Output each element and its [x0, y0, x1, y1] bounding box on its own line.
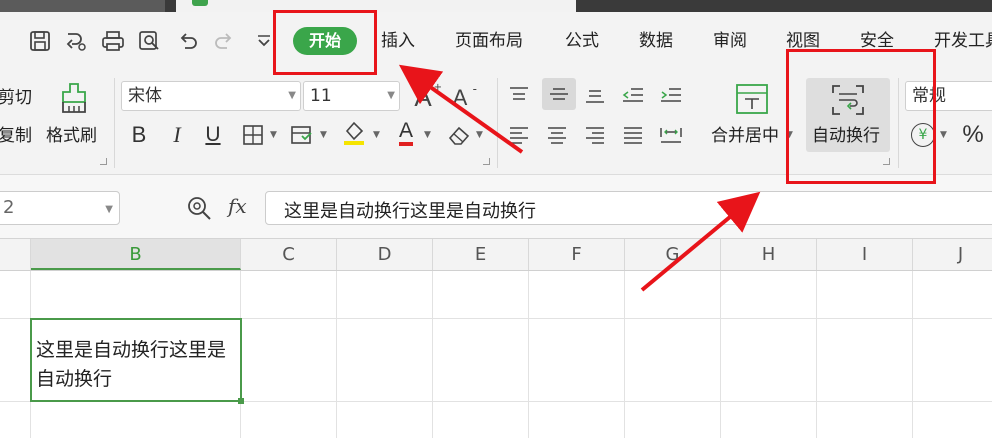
align-left-icon[interactable]: [506, 122, 532, 148]
distributed-align-icon[interactable]: [658, 122, 684, 148]
undo-icon[interactable]: [176, 29, 200, 53]
column-header-e[interactable]: E: [433, 239, 529, 270]
decrease-font-icon: A: [452, 85, 468, 110]
tab-formula[interactable]: 公式: [565, 29, 599, 53]
increase-font-icon: A: [414, 81, 432, 112]
font-name-value: 宋体: [128, 86, 162, 106]
align-middle-icon[interactable]: [542, 78, 576, 110]
column-header-g[interactable]: G: [625, 239, 721, 270]
column-headers: B C D E F G H I J: [0, 239, 992, 271]
fill-handle[interactable]: [238, 398, 244, 404]
grid-line: [336, 271, 337, 438]
increase-indent-icon[interactable]: [658, 82, 684, 108]
chevron-down-icon: ▼: [288, 90, 296, 101]
formula-input[interactable]: 这里是自动换行这里是自动换行: [265, 191, 992, 225]
grid-line: [720, 271, 721, 438]
tab-page-layout[interactable]: 页面布局: [455, 29, 523, 53]
percent-icon: %: [962, 121, 984, 148]
merge-center-icon[interactable]: [734, 82, 770, 116]
tab-data[interactable]: 数据: [639, 29, 673, 53]
decrease-indent-icon[interactable]: [620, 82, 646, 108]
column-header-d[interactable]: D: [337, 239, 433, 270]
selected-cell[interactable]: 这里是自动换行这里是自动换行: [30, 318, 244, 404]
name-box-value: 2: [3, 197, 15, 218]
justify-icon[interactable]: [620, 122, 646, 148]
row-header-corner[interactable]: [0, 239, 31, 270]
percent-button[interactable]: %: [960, 121, 986, 148]
redo-icon[interactable]: [212, 29, 236, 53]
underline-icon: U: [205, 123, 221, 146]
borders-icon[interactable]: [240, 122, 266, 148]
merge-center-button[interactable]: 合并居中: [711, 125, 779, 147]
bold-button[interactable]: B: [126, 122, 152, 148]
bold-icon: B: [131, 122, 147, 147]
print-icon[interactable]: [101, 29, 125, 53]
chevron-down-icon[interactable]: ▼: [424, 130, 431, 140]
eraser-icon[interactable]: [446, 122, 472, 148]
chevron-down-icon[interactable]: ▼: [270, 130, 277, 140]
history-icon[interactable]: [64, 29, 88, 53]
annotation-box-wrap-text: [786, 49, 936, 184]
font-size-select[interactable]: 11 ▼: [303, 81, 400, 111]
zoom-function-icon[interactable]: [186, 195, 212, 221]
copy-button[interactable]: 复制: [0, 125, 32, 147]
align-bottom-icon[interactable]: [582, 82, 608, 108]
annotation-box-start-tab: [273, 10, 377, 75]
column-header-j[interactable]: J: [913, 239, 992, 270]
cut-button[interactable]: 剪切: [0, 87, 32, 109]
tab-developer[interactable]: 开发工具: [934, 29, 992, 53]
grid-line: [528, 271, 529, 438]
divider: [497, 78, 498, 168]
fill-color-icon[interactable]: [341, 120, 367, 146]
chevron-down-icon[interactable]: ▼: [320, 130, 327, 140]
column-header-b[interactable]: B: [31, 239, 241, 270]
chevron-down-icon[interactable]: ▼: [940, 130, 947, 140]
font-group-launcher[interactable]: [483, 158, 490, 165]
formula-bar: 2 ▼ fx 这里是自动换行这里是自动换行: [0, 175, 992, 239]
align-center-icon[interactable]: [544, 122, 570, 148]
chevron-down-icon: ▼: [387, 90, 395, 101]
font-size-value: 11: [310, 86, 332, 106]
increase-font-button[interactable]: A +: [408, 81, 442, 112]
sheet-grid[interactable]: 这里是自动换行这里是自动换行: [0, 271, 992, 438]
tab-review[interactable]: 审阅: [713, 29, 747, 53]
grid-line: [432, 271, 433, 438]
align-right-icon[interactable]: [582, 122, 608, 148]
save-icon[interactable]: [28, 29, 52, 53]
format-painter-label: 格式刷: [46, 126, 97, 146]
grid-line: [624, 271, 625, 438]
italic-button[interactable]: I: [164, 122, 190, 148]
font-color-icon: A: [398, 120, 413, 146]
fx-button[interactable]: fx: [228, 194, 247, 218]
chevron-down-icon[interactable]: ▼: [476, 130, 483, 140]
column-header-h[interactable]: H: [721, 239, 817, 270]
conditional-fill-icon[interactable]: [289, 122, 315, 148]
divider: [114, 78, 115, 168]
format-painter-icon[interactable]: [58, 82, 90, 116]
column-header-c[interactable]: C: [241, 239, 337, 270]
name-box[interactable]: 2 ▼: [0, 191, 120, 225]
italic-icon: I: [173, 122, 181, 147]
chevron-down-icon: ▼: [105, 204, 113, 215]
column-header-f[interactable]: F: [529, 239, 625, 270]
clipboard-group-launcher[interactable]: [100, 158, 107, 165]
font-name-select[interactable]: 宋体 ▼: [121, 81, 301, 111]
font-color-button[interactable]: A: [393, 120, 419, 146]
align-top-icon[interactable]: [506, 82, 532, 108]
grid-line: [816, 271, 817, 438]
grid-line: [912, 271, 913, 438]
tab-insert[interactable]: 插入: [381, 29, 415, 53]
column-header-i[interactable]: I: [817, 239, 913, 270]
chevron-down-icon[interactable]: ▼: [373, 130, 380, 140]
document-tab-inactive[interactable]: [0, 0, 165, 12]
print-preview-icon[interactable]: [138, 29, 162, 53]
cell-text: 这里是自动换行这里是自动换行: [36, 339, 227, 390]
window-tab-strip: [0, 0, 992, 12]
underline-button[interactable]: U: [200, 122, 226, 148]
formula-content: 这里是自动换行这里是自动换行: [284, 201, 536, 222]
decrease-font-button[interactable]: A -: [446, 82, 477, 112]
